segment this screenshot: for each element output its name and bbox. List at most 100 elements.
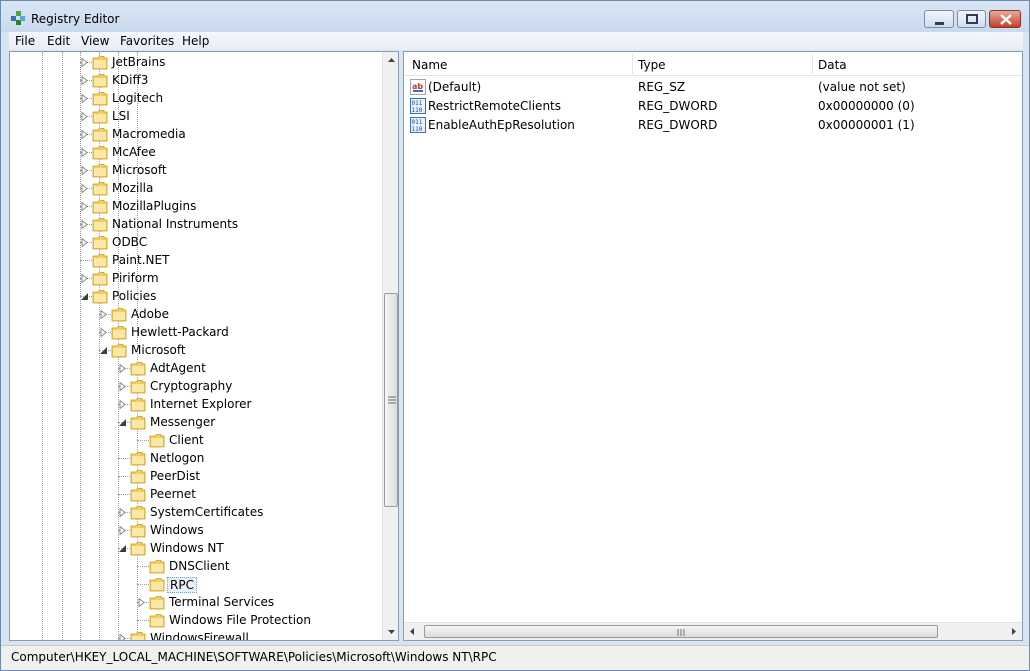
menu-edit[interactable]: Edit	[47, 34, 70, 48]
expand-arrow-icon[interactable]	[99, 310, 108, 319]
tree-node-label: RPC	[167, 577, 197, 593]
collapse-arrow-icon[interactable]	[80, 292, 89, 301]
tree-vertical-scrollbar[interactable]	[382, 52, 399, 640]
tree-node[interactable]: Terminal Services	[10, 594, 380, 612]
scroll-up-arrow-icon[interactable]	[383, 52, 399, 69]
folder-icon	[92, 290, 108, 304]
tree-node[interactable]: ODBC	[10, 234, 380, 252]
tree-node[interactable]: Logitech	[10, 90, 380, 108]
tree-node[interactable]: LSI	[10, 108, 380, 126]
tree-node[interactable]: Hewlett-Packard	[10, 324, 380, 342]
tree-node[interactable]: Microsoft	[10, 162, 380, 180]
tree-node[interactable]: JetBrains	[10, 54, 380, 72]
expand-arrow-icon[interactable]	[80, 112, 89, 121]
tree-node-label: LSI	[112, 109, 130, 123]
tree-node[interactable]: Peernet	[10, 486, 380, 504]
tree-node[interactable]: Netlogon	[10, 450, 380, 468]
expand-arrow-icon[interactable]	[80, 202, 89, 211]
tree-node-label: Macromedia	[112, 127, 186, 141]
expand-arrow-icon[interactable]	[80, 274, 89, 283]
menu-help[interactable]: Help	[182, 34, 209, 48]
minimize-button[interactable]	[924, 10, 954, 28]
tree-node[interactable]: SystemCertificates	[10, 504, 380, 522]
column-name[interactable]: Name	[412, 58, 447, 72]
tree-node[interactable]: National Instruments	[10, 216, 380, 234]
tree-node[interactable]: Macromedia	[10, 126, 380, 144]
expand-arrow-icon[interactable]	[118, 364, 127, 373]
expand-arrow-icon[interactable]	[80, 166, 89, 175]
tree-scroll-thumb[interactable]	[384, 293, 398, 507]
title-bar[interactable]: Registry Editor	[1, 1, 1029, 32]
tree-node[interactable]: Windows NT	[10, 540, 380, 558]
tree-node-label: Microsoft	[131, 343, 186, 357]
tree-node[interactable]: Cryptography	[10, 378, 380, 396]
tree-node[interactable]: AdtAgent	[10, 360, 380, 378]
tree-node[interactable]: Adobe	[10, 306, 380, 324]
tree-node[interactable]: KDiff3	[10, 72, 380, 90]
folder-icon	[92, 74, 108, 88]
tree-node[interactable]: MozillaPlugins	[10, 198, 380, 216]
menu-favorites[interactable]: Favorites	[120, 34, 174, 48]
column-divider[interactable]	[632, 54, 633, 74]
tree-node[interactable]: Windows	[10, 522, 380, 540]
expand-arrow-icon[interactable]	[80, 148, 89, 157]
tree-node[interactable]: Paint.NET	[10, 252, 380, 270]
expand-arrow-icon[interactable]	[118, 508, 127, 517]
tree-node[interactable]: Client	[10, 432, 380, 450]
key-tree-pane[interactable]: JetBrains KDiff3 Logitech LSI Macromedia McAf…	[9, 51, 399, 641]
folder-icon	[92, 146, 108, 160]
folder-icon	[92, 254, 108, 268]
tree-node[interactable]: PeerDist	[10, 468, 380, 486]
tree-node[interactable]: Piriform	[10, 270, 380, 288]
close-button[interactable]	[989, 10, 1021, 28]
menu-view[interactable]: View	[81, 34, 109, 48]
menu-file[interactable]: File	[15, 34, 35, 48]
column-data[interactable]: Data	[818, 58, 847, 72]
expand-arrow-icon[interactable]	[80, 238, 89, 247]
scroll-left-arrow-icon[interactable]	[404, 623, 421, 640]
tree-node[interactable]: Mozilla	[10, 180, 380, 198]
grip-icon	[388, 396, 396, 404]
expand-arrow-icon[interactable]	[118, 526, 127, 535]
expand-arrow-icon[interactable]	[118, 382, 127, 391]
column-type[interactable]: Type	[638, 58, 666, 72]
collapse-arrow-icon[interactable]	[118, 544, 127, 553]
expand-arrow-icon[interactable]	[118, 634, 127, 641]
scroll-right-arrow-icon[interactable]	[1005, 623, 1022, 640]
tree-node[interactable]: McAfee	[10, 144, 380, 162]
expand-arrow-icon[interactable]	[137, 598, 146, 607]
expand-arrow-icon[interactable]	[118, 400, 127, 409]
value-row[interactable]: 011 110 RestrictRemoteClients REG_DWORD 0x00…	[404, 97, 1022, 116]
expand-arrow-icon[interactable]	[80, 130, 89, 139]
tree-node[interactable]: Windows File Protection	[10, 612, 380, 630]
values-horizontal-scrollbar[interactable]	[404, 622, 1022, 640]
expand-arrow-icon[interactable]	[80, 184, 89, 193]
tree-node[interactable]: Messenger	[10, 414, 380, 432]
expand-arrow-icon[interactable]	[80, 94, 89, 103]
expand-arrow-icon[interactable]	[80, 76, 89, 85]
values-scroll-thumb[interactable]	[424, 625, 938, 638]
expand-arrow-icon[interactable]	[80, 58, 89, 67]
tree-node[interactable]: Policies	[10, 288, 380, 306]
expand-arrow-icon[interactable]	[80, 220, 89, 229]
collapse-arrow-icon[interactable]	[118, 418, 127, 427]
value-row[interactable]: 011 110 EnableAuthEpResolution REG_DWORD 0x0…	[404, 116, 1022, 135]
column-divider[interactable]	[812, 54, 813, 74]
value-row[interactable]: ab (Default) REG_SZ (value not set)	[404, 78, 1022, 97]
values-pane[interactable]: Name Type Data ab (Default) REG_SZ (value n…	[403, 51, 1023, 641]
collapse-arrow-icon[interactable]	[99, 346, 108, 355]
folder-icon	[130, 542, 146, 556]
scroll-down-arrow-icon[interactable]	[383, 623, 399, 640]
expand-arrow-icon[interactable]	[99, 328, 108, 337]
tree-node-label: AdtAgent	[150, 361, 206, 375]
folder-icon	[92, 218, 108, 232]
tree-node-label: Paint.NET	[112, 253, 170, 267]
folder-icon	[149, 596, 165, 610]
tree-node[interactable]: Internet Explorer	[10, 396, 380, 414]
tree-node[interactable]: Microsoft	[10, 342, 380, 360]
maximize-button[interactable]	[957, 10, 986, 28]
tree-node[interactable]: DNSClient	[10, 558, 380, 576]
tree-node[interactable]: WindowsFirewall	[10, 630, 380, 641]
minimize-icon	[935, 22, 944, 25]
tree-node[interactable]: RPC	[10, 576, 380, 594]
